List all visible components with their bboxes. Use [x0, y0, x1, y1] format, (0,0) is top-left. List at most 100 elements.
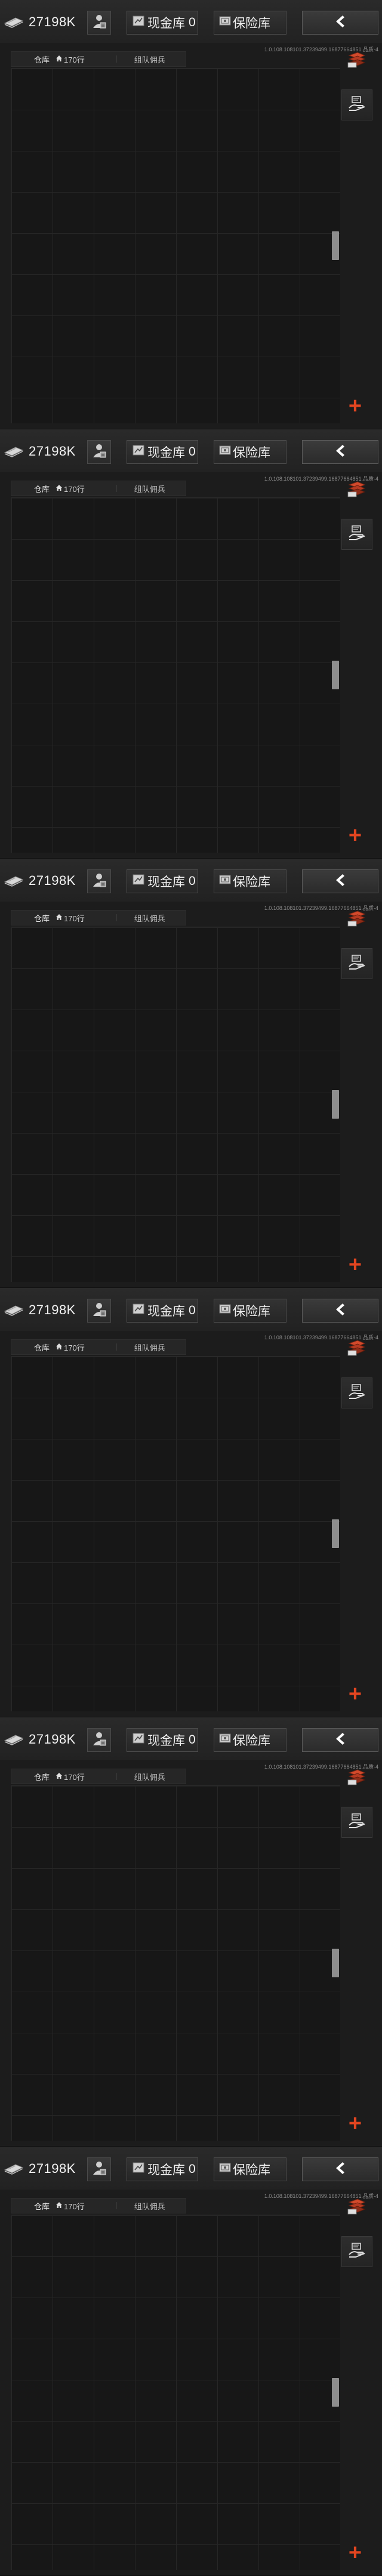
top-bar: 27198K 现金库 0 保险库: [0, 0, 382, 43]
add-slot-button[interactable]: +: [340, 1250, 370, 1280]
cash-vault-button[interactable]: 现金库 0: [127, 1728, 198, 1752]
transfer-button[interactable]: [341, 1807, 372, 1838]
cash-vault-label: 现金库: [147, 1305, 185, 1318]
merchant-button[interactable]: [87, 2157, 111, 2181]
grid-scrollbar[interactable]: [332, 231, 339, 260]
cash-icon: [132, 1732, 145, 1748]
money-display: 27198K: [4, 1729, 76, 1750]
transfer-button[interactable]: [341, 1377, 372, 1408]
merchant-icon: [90, 13, 108, 33]
back-button[interactable]: [302, 2157, 378, 2181]
safe-button[interactable]: 保险库: [214, 1728, 286, 1752]
tab-team-mercenary[interactable]: 组队佣兵: [134, 2200, 165, 2212]
money-amount: 27198K: [29, 14, 76, 29]
banknote-icon: [4, 445, 24, 457]
top-bar: 27198K 现金库 0 保险库: [0, 429, 382, 472]
grid-scrollbar[interactable]: [332, 661, 339, 689]
plus-icon: +: [348, 823, 362, 848]
back-button[interactable]: [302, 11, 378, 35]
transfer-button[interactable]: [341, 948, 372, 979]
cash-vault-button[interactable]: 现金库 0: [127, 869, 198, 893]
storage-grid[interactable]: [11, 927, 340, 1282]
sort-button[interactable]: [341, 1763, 372, 1794]
storage-tabs: 仓库 170行 组队佣兵: [11, 2198, 186, 2213]
storage-grid[interactable]: [11, 1785, 340, 2141]
plus-icon: +: [348, 1252, 362, 1277]
add-slot-button[interactable]: +: [340, 821, 370, 850]
back-button[interactable]: [302, 869, 378, 893]
cash-vault-button[interactable]: 现金库 0: [127, 1299, 198, 1323]
sort-button[interactable]: [341, 904, 372, 935]
grid-scrollbar[interactable]: [332, 1090, 339, 1119]
tab-team-mercenary[interactable]: 组队佣兵: [134, 54, 165, 65]
banknote-icon: [4, 1733, 24, 1745]
storage-grid[interactable]: [11, 497, 340, 853]
tab-storage-label: 仓库: [34, 914, 50, 923]
safe-button[interactable]: 保险库: [214, 869, 286, 893]
add-slot-button[interactable]: +: [340, 1679, 370, 1709]
top-bar: 27198K 现金库 0 保险库: [0, 1717, 382, 1760]
cash-vault-label: 现金库: [147, 1734, 185, 1748]
safe-icon: [219, 1733, 231, 1747]
merchant-button[interactable]: [87, 1299, 111, 1323]
sort-button[interactable]: [341, 1333, 372, 1364]
safe-button[interactable]: 保险库: [214, 2157, 286, 2181]
tab-team-mercenary[interactable]: 组队佣兵: [134, 912, 165, 924]
money-amount: 27198K: [29, 1302, 76, 1317]
add-slot-button[interactable]: +: [340, 391, 370, 421]
back-button[interactable]: [302, 1728, 378, 1752]
transfer-button[interactable]: [341, 89, 372, 120]
grid-scrollbar[interactable]: [332, 1519, 339, 1548]
plus-icon: +: [348, 2540, 362, 2565]
money-display: 27198K: [4, 1300, 76, 1320]
warehouse-panel-2: 27198K 现金库 0 保险库 1.0.108.108101.37239499…: [0, 429, 382, 859]
home-icon: [56, 55, 63, 64]
tab-storage[interactable]: 仓库 170行: [34, 1342, 85, 1353]
add-slot-button[interactable]: +: [340, 2538, 370, 2568]
tab-storage-count: 170行: [64, 1343, 85, 1352]
tab-storage[interactable]: 仓库 170行: [34, 483, 85, 494]
tab-team-mercenary[interactable]: 组队佣兵: [134, 1771, 165, 1782]
merchant-button[interactable]: [87, 1728, 111, 1752]
merchant-button[interactable]: [87, 440, 111, 464]
safe-button[interactable]: 保险库: [214, 440, 286, 464]
cash-vault-button[interactable]: 现金库 0: [127, 11, 198, 35]
sort-button[interactable]: [341, 45, 372, 76]
hand-transfer-icon: [347, 952, 367, 976]
safe-button[interactable]: 保险库: [214, 1299, 286, 1323]
merchant-button[interactable]: [87, 11, 111, 35]
sort-items-icon: [346, 909, 368, 930]
grid-scrollbar[interactable]: [332, 2378, 339, 2407]
money-display: 27198K: [4, 441, 76, 462]
transfer-button[interactable]: [341, 519, 372, 550]
storage-tabs: 仓库 170行 组队佣兵: [11, 910, 186, 925]
safe-button[interactable]: 保险库: [214, 11, 286, 35]
cash-icon: [132, 444, 145, 460]
grid-scrollbar[interactable]: [332, 1949, 339, 1977]
tab-storage[interactable]: 仓库 170行: [34, 912, 85, 924]
back-button[interactable]: [302, 1299, 378, 1323]
safe-label: 保险库: [233, 2163, 270, 2177]
chevron-left-icon: [332, 1302, 348, 1320]
tab-team-mercenary[interactable]: 组队佣兵: [134, 1342, 165, 1353]
storage-grid[interactable]: [11, 68, 340, 423]
plus-icon: +: [348, 1682, 362, 1707]
merchant-button[interactable]: [87, 869, 111, 893]
hand-transfer-icon: [347, 94, 367, 117]
tab-storage[interactable]: 仓库 170行: [34, 1771, 85, 1782]
tab-team-mercenary[interactable]: 组队佣兵: [134, 483, 165, 494]
banknote-icon: [4, 2163, 24, 2175]
transfer-button[interactable]: [341, 2236, 372, 2267]
back-button[interactable]: [302, 440, 378, 464]
add-slot-button[interactable]: +: [340, 2109, 370, 2138]
tab-storage[interactable]: 仓库 170行: [34, 54, 85, 65]
storage-grid[interactable]: [11, 2215, 340, 2570]
sort-button[interactable]: [341, 475, 372, 506]
sort-button[interactable]: [341, 2192, 372, 2223]
cash-vault-button[interactable]: 现金库 0: [127, 440, 198, 464]
storage-grid[interactable]: [11, 1356, 340, 1711]
cash-vault-button[interactable]: 现金库 0: [127, 2157, 198, 2181]
tab-storage[interactable]: 仓库 170行: [34, 2200, 85, 2212]
tab-storage-count: 170行: [64, 55, 85, 64]
warehouse-panel-3: 27198K 现金库 0 保险库 1.0.108.108101.37239499…: [0, 859, 382, 1288]
